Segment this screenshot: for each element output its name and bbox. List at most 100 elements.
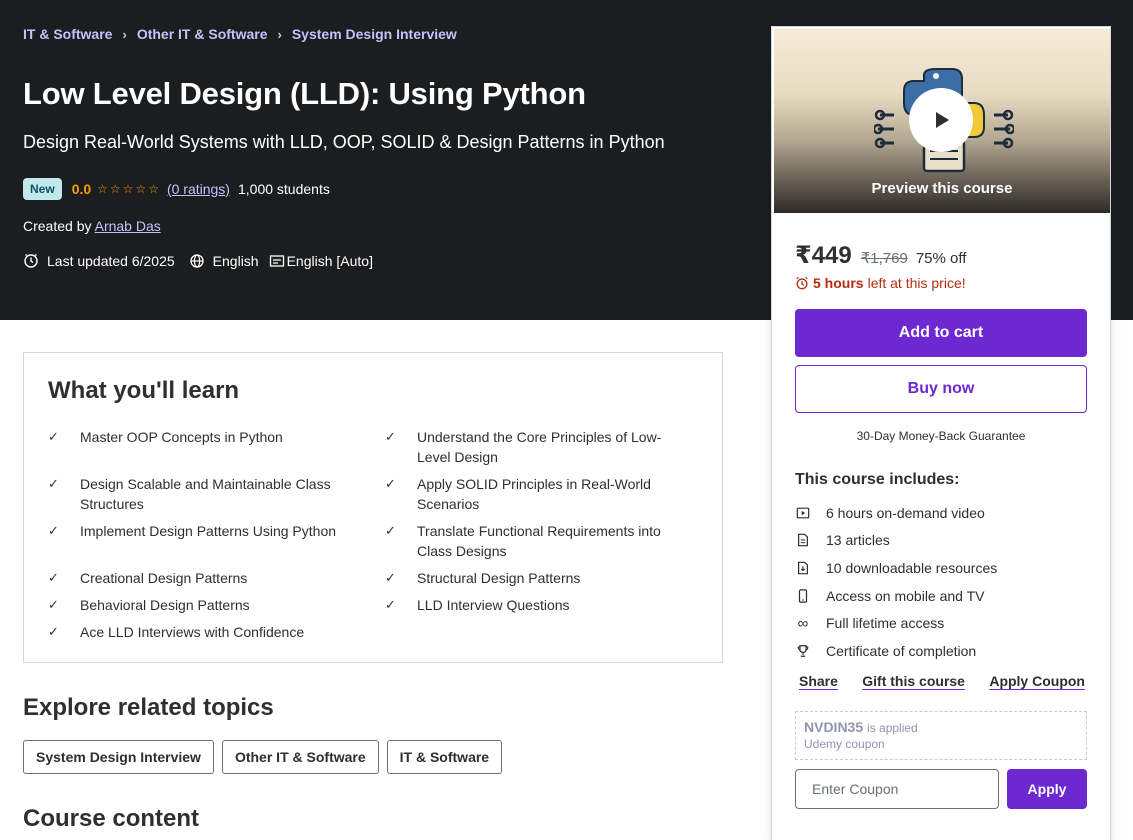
infinity-icon: ∞: [797, 614, 809, 632]
buy-now-button[interactable]: Buy now: [795, 365, 1087, 413]
includes-item: Certificate of completion: [795, 637, 997, 665]
mobile-icon: [795, 588, 811, 604]
current-price: ₹449: [795, 242, 852, 269]
learn-item: ✓ LLD Interview Questions: [385, 595, 700, 615]
money-back-guarantee: 30-Day Money-Back Guarantee: [856, 429, 1026, 443]
related-topics-list: System Design Interview Other IT & Softw…: [23, 740, 510, 774]
topic-system-design-interview[interactable]: System Design Interview: [23, 740, 214, 774]
learn-item-text: Behavioral Design Patterns: [80, 597, 250, 613]
check-icon: ✓: [385, 597, 396, 612]
globe-icon: [190, 254, 204, 268]
created-by: Created by Arnab Das: [23, 218, 161, 234]
check-icon: ✓: [48, 597, 59, 612]
coupon-code-line: NVDIN35 is applied: [804, 719, 1078, 735]
topic-other-it-software[interactable]: Other IT & Software: [221, 740, 379, 774]
check-icon: ✓: [385, 476, 396, 491]
includes-item: ∞ Full lifetime access: [795, 609, 997, 637]
learn-item: ✓ Ace LLD Interviews with Confidence: [48, 622, 385, 642]
star-rating-icon: ☆☆☆☆☆: [97, 182, 161, 196]
rating-row: New 0.0 ☆☆☆☆☆ (0 ratings) 1,000 students: [23, 178, 330, 200]
includes-list: 6 hours on-demand video 13 articles 10 d…: [795, 499, 997, 665]
includes-item-label: 10 downloadable resources: [826, 559, 998, 576]
learn-item: ✓ Master OOP Concepts in Python: [48, 427, 385, 467]
check-icon: ✓: [385, 523, 396, 538]
learn-item-text: Ace LLD Interviews with Confidence: [80, 624, 305, 640]
learn-item-text: Design Scalable and Maintainable Class S…: [80, 476, 331, 512]
check-icon: ✓: [48, 429, 59, 444]
learn-title: What you'll learn: [48, 377, 240, 404]
learn-item-text: LLD Interview Questions: [417, 597, 570, 613]
price-timer: 5 hours left at this price!: [795, 275, 966, 291]
play-icon: [936, 112, 949, 128]
topic-it-software[interactable]: IT & Software: [386, 740, 503, 774]
includes-item: 13 articles: [795, 527, 997, 555]
trophy-icon: [795, 643, 811, 659]
includes-item-label: 6 hours on-demand video: [826, 504, 985, 521]
learn-item: ✓ Translate Functional Requirements into …: [385, 521, 700, 561]
preview-label: Preview this course: [871, 180, 1013, 197]
coupon-input[interactable]: [795, 769, 999, 809]
check-icon: ✓: [48, 523, 59, 538]
created-by-label: Created by: [23, 218, 92, 234]
course-title: Low Level Design (LLD): Using Python: [23, 76, 586, 111]
apply-coupon-link[interactable]: Apply Coupon: [989, 673, 1085, 689]
gift-course-link[interactable]: Gift this course: [862, 673, 965, 689]
video-icon: [795, 505, 811, 521]
includes-item: 10 downloadable resources: [795, 554, 997, 582]
course-preview[interactable]: Preview this course: [774, 29, 1110, 213]
chevron-right-icon: ›: [277, 26, 282, 42]
alert-clock-icon: [24, 254, 38, 268]
learn-item-text: Creational Design Patterns: [80, 570, 248, 586]
alarm-clock-icon: [796, 276, 808, 290]
what-you-learn-section: What you'll learn ✓ Master OOP Concepts i…: [23, 352, 723, 663]
breadcrumb-item-other-it-software[interactable]: Other IT & Software: [137, 26, 268, 42]
breadcrumb-item-it-software[interactable]: IT & Software: [23, 26, 112, 42]
coupon-code: NVDIN35: [804, 719, 864, 735]
learn-item-text: Understand the Core Principles of Low-Le…: [417, 429, 662, 465]
check-icon: ✓: [48, 624, 59, 639]
learn-item: ✓ Apply SOLID Principles in Real-World Sc…: [385, 474, 700, 514]
students-count: 1,000 students: [237, 181, 330, 197]
discount-label: 75% off: [915, 250, 967, 267]
learn-item-text: Master OOP Concepts in Python: [80, 429, 283, 445]
original-price: ₹1,769: [860, 250, 908, 267]
price-row: ₹449 ₹1,769 75% off: [795, 241, 966, 270]
check-icon: ✓: [48, 570, 59, 585]
timer-text: left at this price!: [867, 275, 966, 291]
includes-item-label: 13 articles: [826, 532, 890, 549]
learn-item: ✓ Behavioral Design Patterns: [48, 595, 385, 615]
share-link[interactable]: Share: [799, 673, 838, 689]
learn-item: ✓ Structural Design Patterns: [385, 568, 700, 588]
includes-item-label: Access on mobile and TV: [826, 587, 985, 604]
chevron-right-icon: ›: [122, 26, 127, 42]
course-subtitle: Design Real-World Systems with LLD, OOP,…: [23, 132, 665, 152]
captions-icon: [269, 255, 284, 267]
download-icon: [795, 560, 811, 576]
add-to-cart-button[interactable]: Add to cart: [795, 309, 1087, 357]
ratings-link[interactable]: (0 ratings): [167, 181, 230, 197]
apply-coupon-button[interactable]: Apply: [1007, 769, 1087, 809]
learn-item: ✓ Understand the Core Principles of Low-L…: [385, 427, 700, 467]
breadcrumb-item-system-design-interview[interactable]: System Design Interview: [292, 26, 457, 42]
author-link[interactable]: Arnab Das: [95, 218, 161, 234]
includes-title: This course includes:: [795, 471, 960, 488]
learn-item: ✓ Implement Design Patterns Using Python: [48, 521, 385, 561]
coupon-applied-text: is applied: [867, 721, 918, 735]
breadcrumb: IT & Software › Other IT & Software › Sy…: [23, 26, 457, 42]
learn-item-text: Implement Design Patterns Using Python: [80, 523, 337, 539]
card-actions: Share Gift this course Apply Coupon: [799, 673, 1085, 689]
article-icon: [795, 532, 811, 548]
language: English: [189, 253, 259, 269]
language-text: English: [212, 253, 259, 269]
play-button[interactable]: [909, 88, 973, 152]
course-content-title: Course content: [23, 805, 200, 832]
learn-item: ✓ Creational Design Patterns: [48, 568, 385, 588]
includes-item-label: Full lifetime access: [826, 615, 945, 632]
captions: English [Auto]: [269, 253, 373, 269]
last-updated-text: Last updated 6/2025: [47, 253, 175, 269]
learn-item: ✓ Design Scalable and Maintainable Class …: [48, 474, 385, 514]
new-badge: New: [23, 178, 62, 200]
learn-list: ✓ Master OOP Concepts in Python ✓ Understa…: [48, 427, 700, 642]
check-icon: ✓: [385, 570, 396, 585]
rating-value: 0.0: [71, 181, 92, 197]
